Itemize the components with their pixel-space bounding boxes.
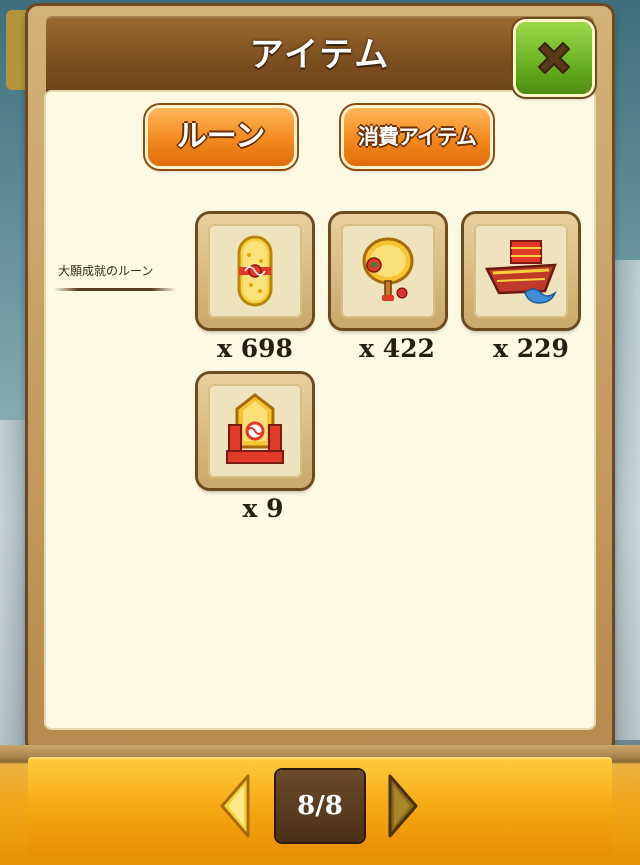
daruma-shrine-icon — [226, 393, 284, 464]
item-count-1: x 698 — [217, 334, 293, 363]
dialog-title: アイテム — [249, 35, 391, 75]
item-count-3: x 229 — [493, 334, 569, 363]
category-underline — [54, 288, 176, 291]
background-pillar-left — [0, 420, 30, 750]
item-slot-4[interactable] — [198, 374, 312, 488]
close-x-icon — [538, 42, 570, 74]
arrow-right-icon — [388, 774, 418, 838]
tab-rune[interactable]: ルーン — [148, 108, 294, 166]
item-count-4: x 9 — [242, 494, 284, 523]
dialog-content — [44, 90, 596, 730]
item-dialog: アイテム — [28, 6, 612, 751]
page-indicator: 8/8 — [276, 770, 364, 842]
dialog-title-bar: アイテム — [46, 16, 594, 94]
next-page-button[interactable] — [386, 772, 422, 840]
prev-page-button[interactable] — [216, 772, 252, 840]
item-slot-1[interactable] — [198, 214, 312, 328]
category-label: 大願成就のルーン — [58, 264, 154, 278]
item-slot-3[interactable] — [464, 214, 578, 328]
arrow-left-icon — [220, 774, 250, 838]
omamori-charm-icon — [237, 235, 273, 307]
item-count-2: x 422 — [359, 334, 435, 363]
den-den-drum-icon — [362, 237, 414, 301]
treasure-ship-icon — [485, 240, 557, 304]
tab-consumable-items[interactable]: 消費アイテム — [344, 108, 490, 166]
close-button[interactable] — [516, 22, 592, 94]
item-slot-2[interactable] — [331, 214, 445, 328]
